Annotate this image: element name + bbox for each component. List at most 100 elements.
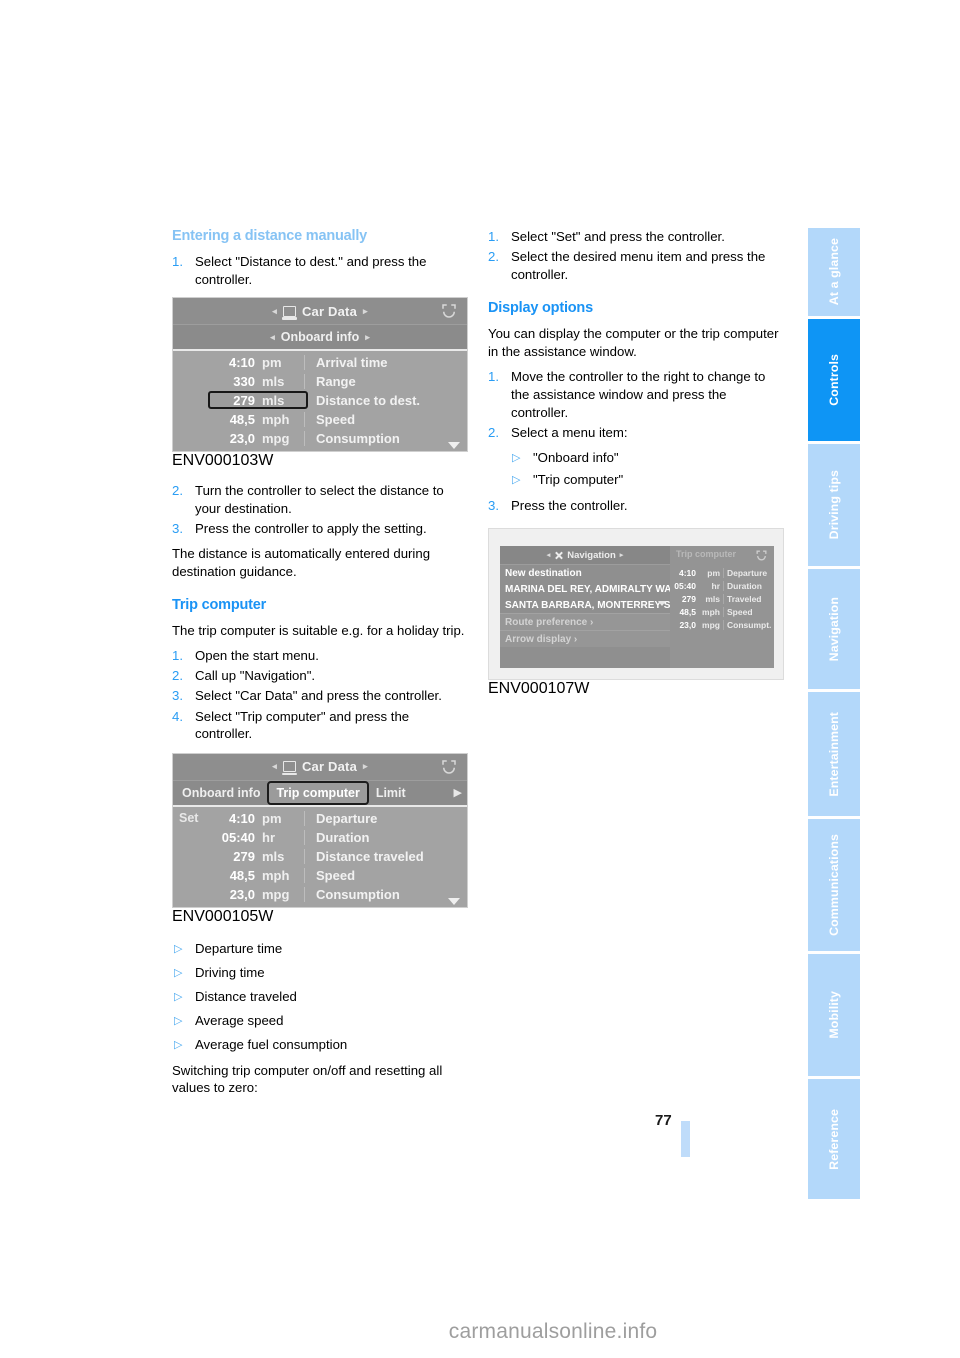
row-unit: pm xyxy=(262,355,282,371)
screen-title: ◂ Car Data ▸ xyxy=(272,303,368,320)
step-number: 3. xyxy=(172,520,183,536)
list-item: ▷ "Trip computer" xyxy=(510,471,784,489)
intro-display-options: You can display the computer or the trip… xyxy=(488,326,779,359)
table-row: 330 mls Range xyxy=(173,372,467,391)
left-column: Entering a distance manually 1. Select "… xyxy=(172,228,468,1105)
screen-title-bar: ◂ Car Data ▸ xyxy=(173,753,467,781)
row-value: 330 xyxy=(233,374,255,390)
step-number: 1. xyxy=(172,648,183,664)
navigation-list-pane: ◂ Navigation ▸ New destination MARINA DEL… xyxy=(500,546,670,669)
note-distance-auto: The distance is automatically entered du… xyxy=(172,546,431,580)
step-number: 2. xyxy=(488,249,499,265)
table-row: Set 4:10 pm Departure xyxy=(173,809,467,828)
row-unit: hr xyxy=(711,580,721,591)
list-item: ▷ Distance traveled xyxy=(172,988,468,1006)
row-value: 279 xyxy=(681,593,696,604)
sidebar-item-label: At a glance xyxy=(827,238,841,306)
step-text: Select the desired menu item and press t… xyxy=(511,249,766,282)
row-label: Duration xyxy=(723,580,774,591)
row-unit: mls xyxy=(262,393,285,409)
row-label: Departure xyxy=(304,810,467,826)
sidebar-item-mobility[interactable]: Mobility xyxy=(808,954,860,1076)
table-row[interactable]: 279 mls Distance to dest. xyxy=(173,391,467,410)
sidebar-item-communications[interactable]: Communications xyxy=(808,819,860,951)
sidebar-item-label: Navigation xyxy=(827,596,841,662)
nav-menu-item[interactable]: Arrow display › xyxy=(500,630,670,648)
sidebar-item-entertainment[interactable]: Entertainment xyxy=(808,692,860,816)
list-item: 3. Select "Car Data" and press the contr… xyxy=(172,687,468,705)
triangle-bullet-icon: ▷ xyxy=(512,452,521,465)
idrive-screen-onboard: ◂ Car Data ▸ ◂ Onboard info ▸ 4:10 pm Ar… xyxy=(172,297,468,453)
right-arrow-icon: ▸ xyxy=(365,331,370,342)
triangle-bullet-icon: ▷ xyxy=(174,942,183,955)
trip-computer-value-list: ▷ Departure time ▷ Driving time ▷ Distance tr… xyxy=(172,940,468,1054)
sidebar-item-label: Controls xyxy=(827,354,841,406)
row-value: 4:10 xyxy=(228,810,255,826)
right-arrow-icon: ▸ xyxy=(363,761,368,772)
right-column: 1. Select "Set" and press the controller… xyxy=(488,228,784,698)
steps-set-menu: 1. Select "Set" and press the controller… xyxy=(488,228,784,283)
left-arrow-icon: ◂ xyxy=(272,761,277,772)
row-label: Distance traveled xyxy=(304,848,467,864)
list-item: 2. Select a menu item: xyxy=(488,424,784,442)
sidebar-item-driving-tips[interactable]: Driving tips xyxy=(808,444,860,566)
row-value: 4:10 xyxy=(228,355,255,371)
row-unit: mph xyxy=(262,412,290,428)
step-text: Move the controller to the right to chan… xyxy=(511,369,766,420)
table-row: 48,5 mph Speed xyxy=(670,605,774,618)
list-item: 1. Select "Set" and press the controller… xyxy=(488,228,784,246)
list-item: 2. Select the desired menu item and pres… xyxy=(488,248,784,283)
table-row: 279 mls Traveled xyxy=(670,592,774,605)
list-item: 1. Select "Distance to dest." and press … xyxy=(172,253,468,288)
table-row: 05:40 hr Duration xyxy=(173,828,467,847)
idrive-rings-icon xyxy=(442,304,456,318)
table-row: 279 mls Distance traveled xyxy=(173,847,467,866)
computer-icon xyxy=(281,761,297,776)
idrive-screen-trip-computer: ◂ Car Data ▸ Onboard info Trip computer Li… xyxy=(172,752,468,908)
next-tab-icon[interactable]: ▶ xyxy=(454,786,465,799)
sidebar-item-controls[interactable]: Controls xyxy=(808,319,860,441)
figure-caption-code: ENV000103W xyxy=(172,452,274,470)
section-heading-display-options: Display options xyxy=(488,300,593,317)
row-label: Distance to dest. xyxy=(304,393,467,409)
tab-onboard-info[interactable]: Onboard info xyxy=(175,783,267,803)
step-text: Select "Car Data" and press the controll… xyxy=(195,688,442,704)
nav-menu-item[interactable]: MARINA DEL REY, ADMIRALTY WA xyxy=(500,581,670,597)
screen-subtitle-bar[interactable]: ◂ Onboard info ▸ xyxy=(173,325,467,352)
steps-display-options-final: 3. Press the controller. xyxy=(488,497,784,515)
step-text: Select a menu item: xyxy=(511,424,628,440)
row-unit: pm xyxy=(707,567,720,578)
row-value: 279 xyxy=(233,393,255,409)
table-row: 48,5 mph Speed xyxy=(173,866,467,885)
navigation-title-bar: ◂ Navigation ▸ xyxy=(500,546,670,566)
screen-tab-bar[interactable]: Onboard info Trip computer Limit ▶ xyxy=(173,780,467,807)
row-label: Consumption xyxy=(304,886,467,902)
tab-trip-computer[interactable]: Trip computer xyxy=(267,780,369,805)
sidebar-item-at-a-glance[interactable]: At a glance xyxy=(808,228,860,316)
table-row: 4:10 pm Arrival time xyxy=(173,353,467,372)
nav-menu-item[interactable]: Route preference › xyxy=(500,613,670,631)
row-value: 23,0 xyxy=(229,431,255,447)
step-number: 2. xyxy=(488,424,499,440)
screen-title-text: Car Data xyxy=(301,303,358,319)
closing-text: Switching trip computer on/off and reset… xyxy=(172,1062,443,1096)
bullet-text: Driving time xyxy=(195,964,265,980)
tab-limit[interactable]: Limit xyxy=(369,783,413,803)
list-item: 3. Press the controller. xyxy=(488,497,784,515)
screen-title-text: Car Data xyxy=(301,759,358,775)
row-value: 23,0 xyxy=(229,886,255,902)
sidebar-item-navigation[interactable]: Navigation xyxy=(808,569,860,689)
sidebar-item-label: Mobility xyxy=(827,991,841,1039)
row-unit: mls xyxy=(262,848,285,864)
step-text: Turn the controller to select the distan… xyxy=(195,483,444,516)
table-row: 4:10 pm Departure xyxy=(670,566,774,579)
row-value: 279 xyxy=(233,848,255,864)
chapter-tab-rail: At a glance Controls Driving tips Navigatio… xyxy=(808,228,860,1202)
scroll-down-icon[interactable] xyxy=(658,601,666,607)
step-number: 3. xyxy=(172,688,183,704)
navigation-screenshot: ◂ Navigation ▸ New destination MARINA DEL… xyxy=(500,546,774,669)
nav-menu-item[interactable]: SANTA BARBARA, MONTERREY ST xyxy=(500,597,670,613)
row-label: Duration xyxy=(304,829,467,845)
sidebar-item-reference[interactable]: Reference xyxy=(808,1079,860,1199)
nav-menu-item[interactable]: New destination xyxy=(500,565,670,581)
